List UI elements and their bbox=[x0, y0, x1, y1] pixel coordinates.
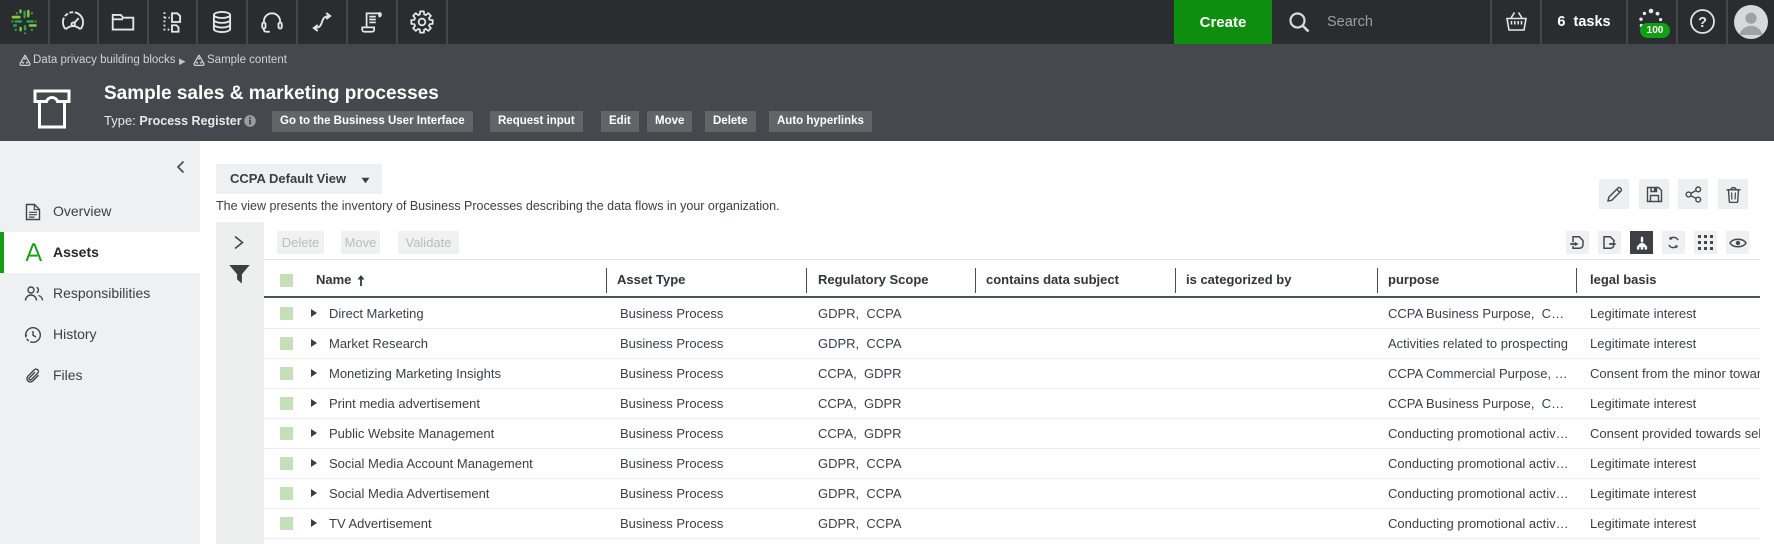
svg-text:?: ? bbox=[1698, 15, 1707, 31]
